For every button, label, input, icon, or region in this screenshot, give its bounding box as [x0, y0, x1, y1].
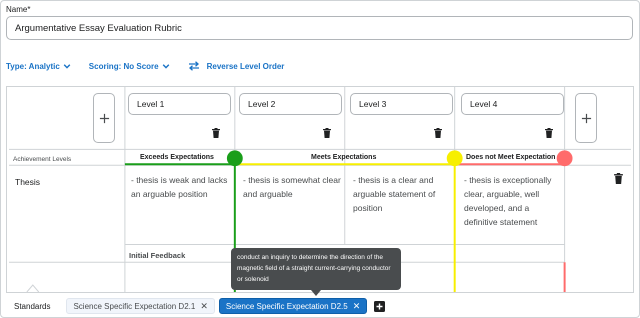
level-name-input[interactable]	[350, 93, 453, 115]
range-label-meets: Meets Expectations	[311, 154, 377, 161]
standards-label: Standards	[14, 301, 51, 311]
standards-bar: Standards Science Specific Expectation D…	[14, 298, 386, 314]
criterion-name[interactable]: Thesis	[15, 177, 40, 187]
options-bar: Type: Analytic Scoring: No Score Reverse…	[6, 60, 302, 72]
type-dropdown[interactable]: Type: Analytic	[6, 62, 71, 71]
trash-icon[interactable]	[434, 128, 442, 138]
tooltip-arrow	[311, 290, 321, 296]
add-square-icon[interactable]	[374, 300, 386, 312]
trash-icon[interactable]	[212, 128, 220, 138]
initial-feedback-label: Initial Feedback	[129, 251, 186, 260]
achievement-levels-label: Achievement Levels	[13, 156, 72, 163]
name-label: Name*	[6, 5, 31, 14]
reverse-level-order-label: Reverse Level Order	[206, 61, 285, 71]
level-name-input[interactable]	[128, 93, 231, 115]
trash-icon[interactable]	[545, 128, 553, 138]
standard-chip[interactable]: Science Specific Expectation D2.1 ✕	[66, 298, 215, 314]
exceeds-range-handle[interactable]	[226, 150, 243, 167]
meets-range-handle[interactable]	[446, 150, 463, 167]
plus-icon	[581, 113, 591, 123]
standard-chip-label: Science Specific Expectation D2.5	[225, 301, 348, 311]
level-name-input[interactable]	[461, 93, 564, 115]
type-label: Type: Analytic	[6, 61, 60, 71]
chevron-down-icon	[162, 64, 169, 69]
reverse-level-order-button[interactable]: Reverse Level Order	[188, 61, 285, 71]
level-name-input[interactable]	[239, 93, 342, 115]
standard-chip-label: Science Specific Expectation D2.1	[73, 301, 196, 311]
chevron-down-icon	[63, 64, 71, 69]
add-level-left-button[interactable]	[93, 93, 115, 143]
range-label-exceeds: Exceeds Expectations	[140, 154, 214, 161]
rubric-name-input[interactable]	[6, 16, 633, 40]
scoring-dropdown[interactable]: Scoring: No Score	[89, 62, 170, 71]
range-label-not-meet: Does not Meet Expectation	[466, 154, 556, 161]
standard-chip[interactable]: Science Specific Expectation D2.5 ✕	[218, 298, 368, 314]
add-level-right-button[interactable]	[575, 93, 597, 143]
level-description[interactable]: - thesis is a clear and arguable stateme…	[353, 173, 453, 215]
level-description[interactable]: - thesis is somewhat clear and arguable	[243, 173, 343, 201]
swap-icon	[188, 61, 199, 71]
trash-icon[interactable]	[614, 173, 623, 184]
level-description[interactable]: - thesis is weak and lacks an arguable p…	[131, 173, 231, 201]
level-description[interactable]: - thesis is exceptionally clear, arguabl…	[464, 173, 564, 229]
close-icon[interactable]: ✕	[200, 301, 208, 312]
not-meet-range-handle[interactable]	[556, 150, 573, 167]
close-icon[interactable]: ✕	[353, 301, 361, 312]
standard-tooltip: conduct an inquiry to determine the dire…	[231, 248, 401, 290]
scoring-label: Scoring: No Score	[88, 61, 159, 71]
trash-icon[interactable]	[323, 128, 331, 138]
plus-icon	[99, 113, 109, 123]
